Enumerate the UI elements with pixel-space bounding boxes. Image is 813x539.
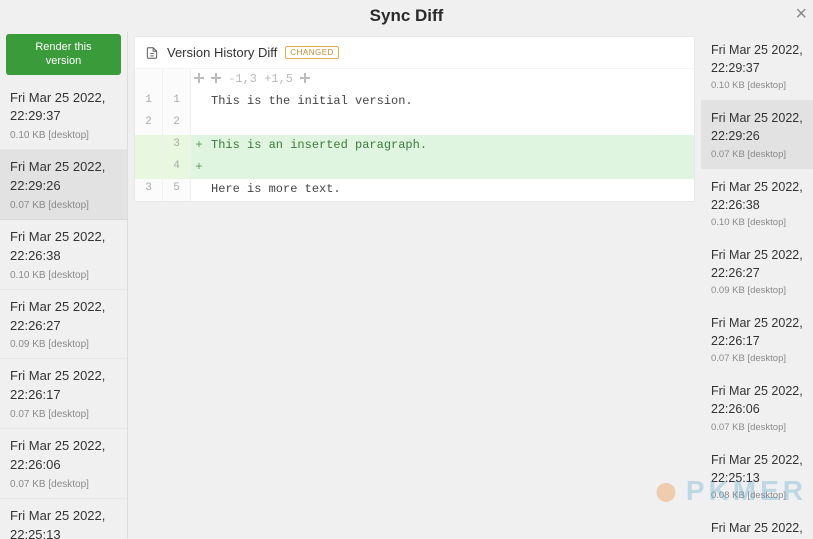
version-item[interactable]: Fri Mar 25 2022, 22:26:06 0.07 KB [deskto… <box>701 373 813 441</box>
line-number-new: 1 <box>163 91 191 113</box>
diff-marker <box>191 91 207 113</box>
line-number-old: 3 <box>135 179 163 201</box>
version-meta: 0.09 KB [desktop] <box>711 285 805 296</box>
diff-row: 22 <box>135 113 694 135</box>
version-date: Fri Mar 25 2022, 22:26:06 <box>711 382 805 418</box>
version-date: Fri Mar 25 2022, 22:25:13 <box>10 507 117 539</box>
diff-row: 4+ <box>135 157 694 179</box>
version-meta: 0.07 KB [desktop] <box>711 422 805 433</box>
version-meta: 0.09 KB [desktop] <box>10 339 117 350</box>
line-number-old: 1 <box>135 91 163 113</box>
diff-header: Version History Diff CHANGED <box>135 37 694 69</box>
version-meta: 0.07 KB [desktop] <box>10 200 117 211</box>
dialog-title: Sync Diff <box>370 6 444 26</box>
line-number-new: 2 <box>163 113 191 135</box>
version-date: Fri Mar 25 2022, 22:26:38 <box>711 178 805 214</box>
version-date: Fri Mar 25 2022, 22:26:38 <box>10 228 117 266</box>
diff-row: 3+This is an inserted paragraph. <box>135 135 694 157</box>
line-number-new <box>163 69 191 91</box>
diff-body: -1,3 +1,5 11 This is the initial version.… <box>135 69 694 201</box>
diff-code: This is an inserted paragraph. <box>207 135 694 157</box>
version-date: Fri Mar 25 2022, 22:26:27 <box>10 298 117 336</box>
version-item[interactable]: Fri Mar 25 2022, <box>701 510 813 539</box>
version-item[interactable]: Fri Mar 25 2022, 22:25:130.08 KB [deskto… <box>0 499 127 539</box>
right-version-list[interactable]: Fri Mar 25 2022, 22:29:37 0.10 KB [deskto… <box>701 32 813 539</box>
version-item[interactable]: Fri Mar 25 2022, 22:29:37 0.10 KB [deskto… <box>0 81 127 151</box>
diff-code: Here is more text. <box>207 179 694 201</box>
version-meta: 0.07 KB [desktop] <box>10 479 117 490</box>
version-date: Fri Mar 25 2022, 22:29:26 <box>711 109 805 145</box>
version-date: Fri Mar 25 2022, 22:26:17 <box>711 314 805 350</box>
diff-code <box>207 157 694 179</box>
version-date: Fri Mar 25 2022, 22:29:37 <box>711 41 805 77</box>
diff-column: Version History Diff CHANGED -1,3 +1,5 1… <box>128 32 701 539</box>
version-item[interactable]: Fri Mar 25 2022, 22:25:13 0.08 KB [deskto… <box>701 442 813 510</box>
diff-panel: Version History Diff CHANGED -1,3 +1,5 1… <box>134 36 695 202</box>
version-item[interactable]: Fri Mar 25 2022, 22:29:37 0.10 KB [deskto… <box>701 32 813 100</box>
diff-marker: + <box>191 135 207 157</box>
close-icon[interactable]: × <box>795 4 807 24</box>
line-number-old <box>135 69 163 91</box>
version-item[interactable]: Fri Mar 25 2022, 22:26:27 0.09 KB [deskto… <box>701 237 813 305</box>
diff-code: This is the initial version. <box>207 91 694 113</box>
diff-marker <box>191 113 207 135</box>
line-number-new: 3 <box>163 135 191 157</box>
version-item[interactable]: Fri Mar 25 2022, 22:26:17 0.07 KB [deskto… <box>0 359 127 429</box>
line-number-old: 2 <box>135 113 163 135</box>
version-meta: 0.10 KB [desktop] <box>10 270 117 281</box>
render-version-button[interactable]: Render thisversion <box>6 34 121 75</box>
left-version-list[interactable]: Fri Mar 25 2022, 22:29:37 0.10 KB [deskto… <box>0 81 127 539</box>
version-item[interactable]: Fri Mar 25 2022, 22:26:27 0.09 KB [deskto… <box>0 290 127 360</box>
diff-row: -1,3 +1,5 <box>135 69 694 91</box>
diff-code: -1,3 +1,5 <box>207 69 694 91</box>
diff-row: 11 This is the initial version. <box>135 91 694 113</box>
diff-marker <box>191 179 207 201</box>
version-meta: 0.07 KB [desktop] <box>711 353 805 364</box>
line-number-old <box>135 157 163 179</box>
version-date: Fri Mar 25 2022, 22:26:17 <box>10 367 117 405</box>
version-date: Fri Mar 25 2022, 22:29:37 <box>10 89 117 127</box>
line-number-new: 4 <box>163 157 191 179</box>
version-meta: 0.08 KB [desktop] <box>711 490 805 501</box>
main-layout: Render thisversion Fri Mar 25 2022, 22:2… <box>0 32 813 539</box>
version-item[interactable]: Fri Mar 25 2022, 22:26:38 0.10 KB [deskto… <box>701 169 813 237</box>
version-date: Fri Mar 25 2022, 22:25:13 <box>711 451 805 487</box>
version-date: Fri Mar 25 2022, 22:26:06 <box>10 437 117 475</box>
version-item[interactable]: Fri Mar 25 2022, 22:26:38 0.10 KB [deskto… <box>0 220 127 290</box>
file-icon <box>145 46 159 60</box>
version-meta: 0.07 KB [desktop] <box>711 149 805 160</box>
version-meta: 0.07 KB [desktop] <box>10 409 117 420</box>
version-date: Fri Mar 25 2022, <box>711 519 805 537</box>
version-meta: 0.10 KB [desktop] <box>711 80 805 91</box>
diff-row: 35 Here is more text. <box>135 179 694 201</box>
diff-title: Version History Diff <box>167 45 277 60</box>
diff-marker: + <box>191 157 207 179</box>
diff-marker <box>191 69 207 91</box>
changed-badge: CHANGED <box>285 46 339 59</box>
line-number-new: 5 <box>163 179 191 201</box>
version-item[interactable]: Fri Mar 25 2022, 22:26:17 0.07 KB [deskto… <box>701 305 813 373</box>
version-item[interactable]: Fri Mar 25 2022, 22:29:26 0.07 KB [deskto… <box>701 100 813 168</box>
diff-code <box>207 113 694 135</box>
version-item[interactable]: Fri Mar 25 2022, 22:29:26 0.07 KB [deskto… <box>0 150 127 220</box>
version-date: Fri Mar 25 2022, 22:26:27 <box>711 246 805 282</box>
version-date: Fri Mar 25 2022, 22:29:26 <box>10 158 117 196</box>
left-version-column: Render thisversion Fri Mar 25 2022, 22:2… <box>0 32 128 539</box>
line-number-old <box>135 135 163 157</box>
dialog-header: Sync Diff × <box>0 0 813 32</box>
version-meta: 0.10 KB [desktop] <box>711 217 805 228</box>
version-item[interactable]: Fri Mar 25 2022, 22:26:06 0.07 KB [deskto… <box>0 429 127 499</box>
version-meta: 0.10 KB [desktop] <box>10 130 117 141</box>
